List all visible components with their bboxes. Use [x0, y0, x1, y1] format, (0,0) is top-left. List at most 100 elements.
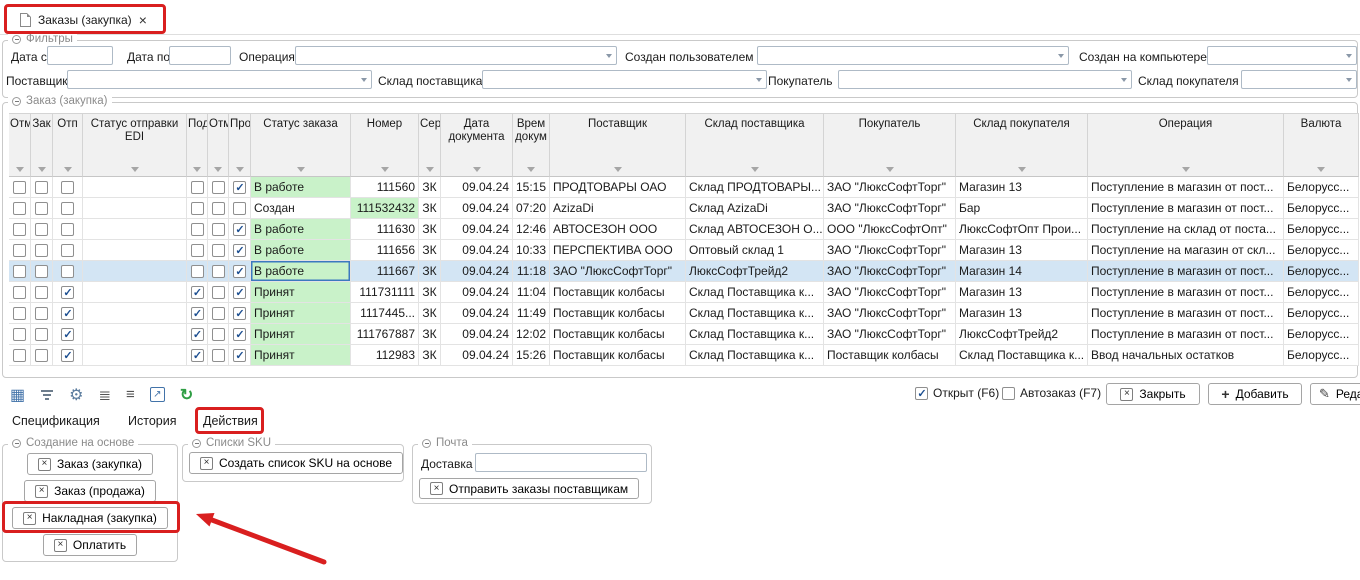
filter-created-on-computer-input[interactable]: [1208, 47, 1356, 64]
table-row[interactable]: В работе111656ЗК09.04.2410:33ПЕРСПЕКТИВА…: [9, 240, 1359, 261]
order-sale-button[interactable]: × Заказ (продажа): [24, 480, 156, 502]
collapse-icon[interactable]: [12, 439, 21, 448]
filter-buyer-field[interactable]: [838, 70, 1132, 89]
table-row[interactable]: Создан111532432ЗК09.04.2407:20AzizaDiСкл…: [9, 198, 1359, 219]
column-header-buyer[interactable]: Покупатель: [824, 113, 956, 177]
filter-created-on-computer-field[interactable]: [1207, 46, 1357, 65]
add-button[interactable]: + Добавить: [1208, 383, 1302, 405]
column-header-otp[interactable]: Отп: [53, 113, 83, 177]
tab-actions[interactable]: Действия: [203, 414, 258, 428]
column-header-number[interactable]: Номер: [351, 113, 419, 177]
pod-checkbox[interactable]: [191, 328, 204, 341]
otm2-checkbox[interactable]: [212, 202, 225, 215]
otm2-checkbox[interactable]: [212, 265, 225, 278]
filter-supplier-field[interactable]: [67, 70, 372, 89]
otp-checkbox[interactable]: [61, 244, 74, 257]
pod-checkbox[interactable]: [191, 223, 204, 236]
table-grid-icon[interactable]: ▦: [10, 385, 25, 405]
filter-date-from-input[interactable]: [48, 47, 112, 64]
open-f6-checkbox-box[interactable]: [915, 387, 928, 400]
pod-checkbox[interactable]: [191, 265, 204, 278]
filter-supplier-warehouse-input[interactable]: [483, 71, 766, 88]
export-icon[interactable]: ↗: [150, 387, 165, 402]
otp-checkbox[interactable]: [61, 349, 74, 362]
zak-checkbox[interactable]: [35, 265, 48, 278]
filter-supplier-input[interactable]: [68, 71, 371, 88]
open-f6-checkbox[interactable]: Открыт (F6): [915, 386, 999, 400]
zak-checkbox[interactable]: [35, 307, 48, 320]
otm2-checkbox[interactable]: [212, 244, 225, 257]
otm-checkbox[interactable]: [13, 286, 26, 299]
delivery-field[interactable]: [475, 453, 647, 472]
otp-checkbox[interactable]: [61, 286, 74, 299]
collapse-icon[interactable]: [192, 439, 201, 448]
filter-created-by-user-input[interactable]: [758, 47, 1068, 64]
filter-operation-input[interactable]: [296, 47, 616, 64]
column-header-currency[interactable]: Валюта: [1284, 113, 1359, 177]
table-row[interactable]: В работе111560ЗК09.04.2415:15ПРОДТОВАРЫ …: [9, 177, 1359, 198]
pod-checkbox[interactable]: [191, 244, 204, 257]
tab-orders-purchase[interactable]: Заказы (закупка) ×: [14, 8, 153, 32]
delivery-input[interactable]: [476, 454, 646, 471]
table-row[interactable]: Принят1117445...ЗК09.04.2411:49Поставщик…: [9, 303, 1359, 324]
pro-checkbox[interactable]: [233, 286, 246, 299]
pro-checkbox[interactable]: [233, 265, 246, 278]
pro-checkbox[interactable]: [233, 244, 246, 257]
column-header-operation[interactable]: Операция: [1088, 113, 1284, 177]
table-row[interactable]: В работе111667ЗК09.04.2411:18ЗАО "ЛюксСо…: [9, 261, 1359, 282]
otm-checkbox[interactable]: [13, 202, 26, 215]
otp-checkbox[interactable]: [61, 307, 74, 320]
otm2-checkbox[interactable]: [212, 181, 225, 194]
filter-icon[interactable]: [40, 390, 54, 400]
list-settings-icon[interactable]: ≡: [126, 386, 135, 403]
collapse-icon[interactable]: [422, 439, 431, 448]
otm-checkbox[interactable]: [13, 223, 26, 236]
pod-checkbox[interactable]: [191, 202, 204, 215]
column-header-series[interactable]: Сери: [419, 113, 441, 177]
column-header-zak[interactable]: Зак: [31, 113, 53, 177]
column-header-pod[interactable]: Под: [187, 113, 208, 177]
close-button[interactable]: × Закрыть: [1106, 383, 1200, 405]
filter-buyer-warehouse-field[interactable]: [1241, 70, 1357, 89]
filter-buyer-warehouse-input[interactable]: [1242, 71, 1356, 88]
invoice-purchase-button[interactable]: × Накладная (закупка): [12, 507, 168, 529]
list-icon[interactable]: ≣: [98, 386, 111, 404]
table-row[interactable]: Принят112983ЗК09.04.2415:26Поставщик кол…: [9, 345, 1359, 366]
pro-checkbox[interactable]: [233, 223, 246, 236]
zak-checkbox[interactable]: [35, 328, 48, 341]
column-header-supplier_wh[interactable]: Склад поставщика: [686, 113, 824, 177]
tab-close-icon[interactable]: ×: [139, 13, 147, 27]
column-header-pro[interactable]: Про: [229, 113, 251, 177]
collapse-icon[interactable]: [12, 97, 21, 106]
otp-checkbox[interactable]: [61, 202, 74, 215]
autoorder-f7-checkbox[interactable]: Автозаказ (F7): [1002, 386, 1101, 400]
otm2-checkbox[interactable]: [212, 286, 225, 299]
column-header-otm2[interactable]: Отм: [208, 113, 229, 177]
pod-checkbox[interactable]: [191, 181, 204, 194]
create-sku-list-button[interactable]: × Создать список SKU на основе: [189, 452, 403, 474]
zak-checkbox[interactable]: [35, 244, 48, 257]
tab-specification[interactable]: Спецификация: [12, 414, 100, 428]
pro-checkbox[interactable]: [233, 307, 246, 320]
refresh-icon[interactable]: ↻: [180, 385, 193, 405]
table-row[interactable]: Принят111731111ЗК09.04.2411:04Поставщик …: [9, 282, 1359, 303]
pay-button[interactable]: × Оплатить: [43, 534, 137, 556]
send-orders-to-suppliers-button[interactable]: × Отправить заказы поставщикам: [419, 478, 639, 499]
otp-checkbox[interactable]: [61, 223, 74, 236]
edit-button[interactable]: ✎ Реда: [1310, 383, 1360, 405]
table-row[interactable]: В работе111630ЗК09.04.2412:46АВТОСЕЗОН О…: [9, 219, 1359, 240]
settings-gear-icon[interactable]: ⚙: [69, 385, 83, 405]
otm2-checkbox[interactable]: [212, 349, 225, 362]
pro-checkbox[interactable]: [233, 202, 246, 215]
filter-date-to-field[interactable]: [169, 46, 231, 65]
zak-checkbox[interactable]: [35, 223, 48, 236]
otm-checkbox[interactable]: [13, 307, 26, 320]
pod-checkbox[interactable]: [191, 307, 204, 320]
table-row[interactable]: Принят111767887ЗК09.04.2412:02Поставщик …: [9, 324, 1359, 345]
otp-checkbox[interactable]: [61, 265, 74, 278]
filter-operation-field[interactable]: [295, 46, 617, 65]
filter-buyer-input[interactable]: [839, 71, 1131, 88]
otm-checkbox[interactable]: [13, 328, 26, 341]
order-purchase-button[interactable]: × Заказ (закупка): [27, 453, 153, 475]
otm-checkbox[interactable]: [13, 244, 26, 257]
